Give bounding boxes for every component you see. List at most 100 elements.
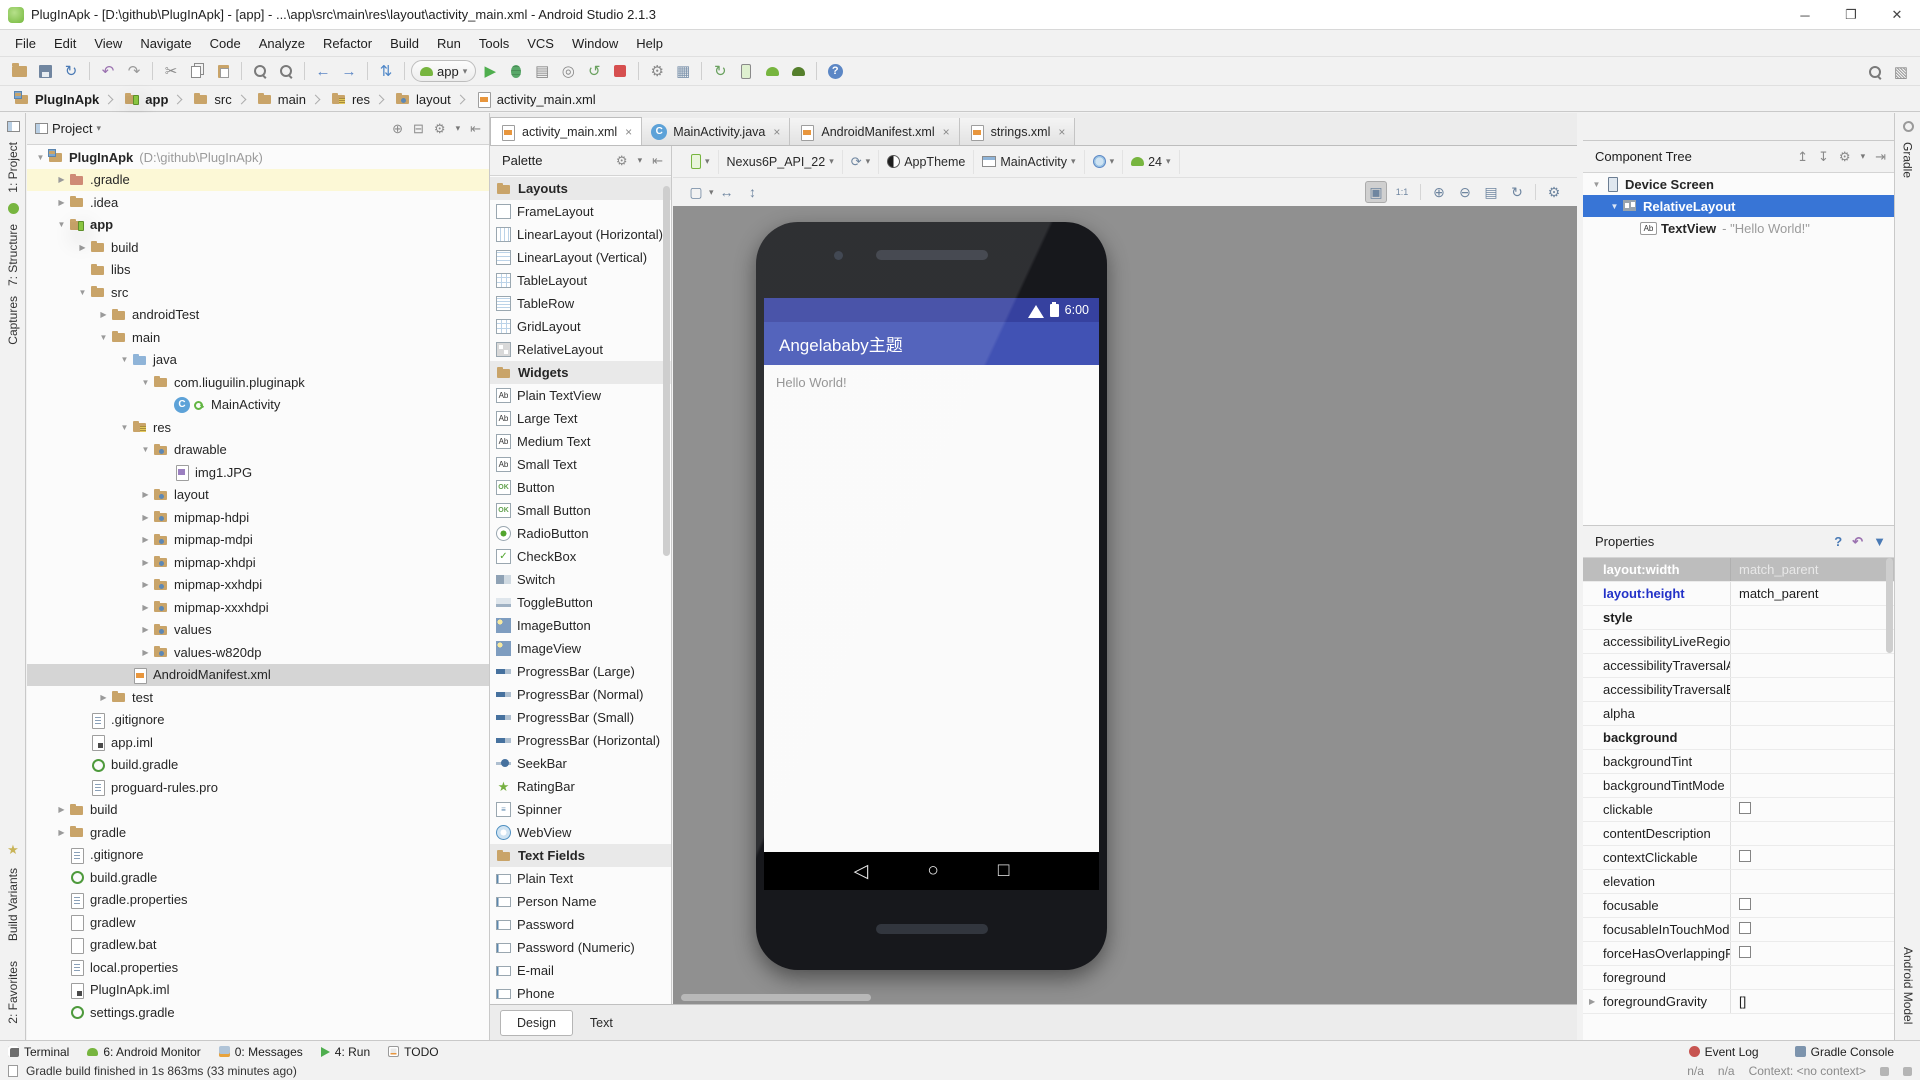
tree-arrow-icon[interactable]: ▼	[138, 445, 153, 454]
stripe-button-7-structure[interactable]: 7: Structure	[6, 224, 20, 286]
tree-arrow-icon[interactable]: ▼	[117, 423, 132, 432]
toolbar-run-coverage-button[interactable]: ▤	[530, 59, 554, 83]
palette-item-person-name[interactable]: Person Name	[490, 890, 671, 913]
toolbar-redo-button[interactable]: ↷	[122, 59, 146, 83]
recents-icon[interactable]: □	[998, 860, 1009, 882]
palette-item-ratingbar[interactable]: ★RatingBar	[490, 775, 671, 798]
property-value[interactable]	[1731, 922, 1894, 937]
toolbar-back-button[interactable]: ←	[311, 59, 335, 83]
menu-analyze[interactable]: Analyze	[250, 33, 314, 54]
tree-arrow-icon[interactable]: ▶	[138, 648, 153, 657]
toolbar-sdk-manager-button[interactable]	[760, 59, 784, 83]
tree-item-mipmap-xxhdpi[interactable]: ▶mipmap-xxhdpi	[27, 574, 489, 597]
project-hide-panel-button[interactable]: ⇤	[470, 122, 481, 135]
project-locate-file-button[interactable]: ⊕	[392, 122, 403, 135]
tree-arrow-icon[interactable]: ▶	[96, 310, 111, 319]
tree-arrow-icon[interactable]: ▶	[138, 490, 153, 499]
tab-androidmanifest-xml[interactable]: AndroidManifest.xml×	[790, 118, 959, 145]
properties-filter-button[interactable]: ▼	[1873, 535, 1886, 548]
property-contentdescription[interactable]: contentDescription	[1583, 822, 1894, 846]
property-value[interactable]	[1731, 946, 1894, 961]
tool-window-todo[interactable]: TODO	[388, 1045, 438, 1059]
palette-item-phone[interactable]: Phone	[490, 982, 671, 1004]
breadcrumb-src[interactable]: src	[189, 91, 235, 107]
tree-arrow-icon[interactable]: ▼	[1607, 202, 1622, 211]
tab-close-icon[interactable]: ×	[943, 125, 950, 139]
tree-item-mainactivity[interactable]: MainActivity	[27, 394, 489, 417]
menu-vcs[interactable]: VCS	[518, 33, 563, 54]
tree-arrow-icon[interactable]: ▶	[96, 693, 111, 702]
tree-item-mipmap-mdpi[interactable]: ▶mipmap-mdpi	[27, 529, 489, 552]
tree-item-build-gradle[interactable]: build.gradle	[27, 866, 489, 889]
tree-item-build-gradle[interactable]: build.gradle	[27, 754, 489, 777]
phone-screen[interactable]: 6:00 Angelababy主题 Hello World! ◁○□	[764, 298, 1099, 890]
fit-height-button[interactable]: ↕	[742, 181, 764, 203]
tree-item-gradlew[interactable]: gradlew	[27, 911, 489, 934]
property-forcehasoverlappingrendering[interactable]: forceHasOverlappingRendering	[1583, 942, 1894, 966]
palette-item-progressbar-large[interactable]: ProgressBar (Large)	[490, 660, 671, 683]
designer-settings-button[interactable]: ⚙	[1543, 181, 1565, 203]
property-elevation[interactable]: elevation	[1583, 870, 1894, 894]
breadcrumb-layout[interactable]: layout	[391, 91, 455, 107]
palette-item-plain-text[interactable]: Plain Text	[490, 867, 671, 890]
palette-section-widgets[interactable]: Widgets	[490, 361, 671, 384]
breadcrumb-activity-main-xml[interactable]: activity_main.xml	[472, 91, 600, 107]
tree-arrow-icon[interactable]: ▶	[138, 603, 153, 612]
orientation-selector[interactable]: ⟳▾	[843, 150, 879, 174]
tree-arrow-icon[interactable]: ▼	[1589, 180, 1604, 189]
tree-arrow-icon[interactable]: ▼	[96, 333, 111, 342]
property-value[interactable]	[1731, 898, 1894, 913]
refresh-preview-button[interactable]: ↻	[1506, 181, 1528, 203]
toolbar-paste-button[interactable]	[211, 59, 235, 83]
tree-item-res[interactable]: ▼res	[27, 416, 489, 439]
tool-window-0-messages[interactable]: 0: Messages	[219, 1045, 303, 1059]
tree-item-settings-gradle[interactable]: settings.gradle	[27, 1001, 489, 1024]
virtual-device-selector[interactable]: Nexus6P_API_22▾	[719, 150, 843, 174]
toolbar-debug-button[interactable]	[504, 59, 528, 83]
tree-item-main[interactable]: ▼main	[27, 326, 489, 349]
tree-item-gradle[interactable]: ▶.gradle	[27, 169, 489, 192]
tab-text[interactable]: Text	[573, 1010, 630, 1036]
palette-item-radiobutton[interactable]: RadioButton	[490, 522, 671, 545]
properties-help-button[interactable]: ?	[1834, 535, 1842, 548]
palette-item-medium-text[interactable]: AbMedium Text	[490, 430, 671, 453]
tab-design[interactable]: Design	[500, 1010, 573, 1036]
tree-arrow-icon[interactable]: ▶	[138, 558, 153, 567]
zoom-fit-button[interactable]: ▣	[1365, 181, 1387, 203]
toolbar-find-button[interactable]	[248, 59, 272, 83]
tree-arrow-icon[interactable]: ▶	[75, 243, 90, 252]
activity-selector[interactable]: MainActivity▾	[974, 150, 1084, 174]
toolbar-open-file-button[interactable]	[7, 59, 31, 83]
menu-tools[interactable]: Tools	[470, 33, 518, 54]
tree-arrow-icon[interactable]: ▼	[117, 355, 132, 364]
tree-item-gradle[interactable]: ▶gradle	[27, 821, 489, 844]
stripe-button-gradle[interactable]: Gradle	[1901, 142, 1915, 178]
collapse-all-button[interactable]: ↧	[1818, 150, 1829, 163]
menu-help[interactable]: Help	[627, 33, 672, 54]
tab-close-icon[interactable]: ×	[1058, 125, 1065, 139]
expand-arrow-icon[interactable]: ▶	[1589, 997, 1595, 1006]
palette-palette-settings-button[interactable]: ⚙	[616, 154, 628, 167]
tree-item-libs[interactable]: libs	[27, 259, 489, 282]
device-type-selector[interactable]: ▾	[683, 150, 719, 174]
tree-arrow-icon[interactable]: ▶	[54, 175, 69, 184]
menu-window[interactable]: Window	[563, 33, 627, 54]
toolbar-sync-gradle-button[interactable]: ↻	[708, 59, 732, 83]
property-checkbox[interactable]	[1739, 802, 1751, 814]
property-backgroundtintmode[interactable]: backgroundTintMode	[1583, 774, 1894, 798]
tab-mainactivity-java[interactable]: MainActivity.java×	[642, 118, 790, 145]
fit-width-button[interactable]: ↔	[716, 181, 738, 203]
component-device-screen[interactable]: ▼Device Screen	[1583, 173, 1894, 195]
property-checkbox[interactable]	[1739, 946, 1751, 958]
toolbar-stop-button[interactable]	[608, 59, 632, 83]
status-notification-icon[interactable]	[8, 1065, 18, 1077]
palette-item-gridlayout[interactable]: GridLayout	[490, 315, 671, 338]
tree-item-app-iml[interactable]: app.iml	[27, 731, 489, 754]
property-background[interactable]: background	[1583, 726, 1894, 750]
tree-arrow-icon[interactable]: ▶	[54, 198, 69, 207]
tree-item-img1-jpg[interactable]: img1.JPG	[27, 461, 489, 484]
tree-item-gitignore[interactable]: .gitignore	[27, 844, 489, 867]
stripe-button-build-variants[interactable]: Build Variants	[6, 868, 20, 941]
preview-doc-button[interactable]: ▤	[1480, 181, 1502, 203]
project-panel-settings-button[interactable]: ⚙	[434, 122, 446, 135]
